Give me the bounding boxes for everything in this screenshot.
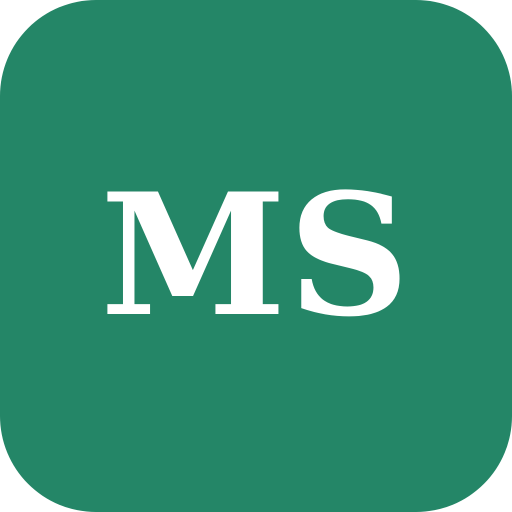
- app-icon: MS: [0, 0, 512, 512]
- monogram-text: MS: [100, 156, 412, 354]
